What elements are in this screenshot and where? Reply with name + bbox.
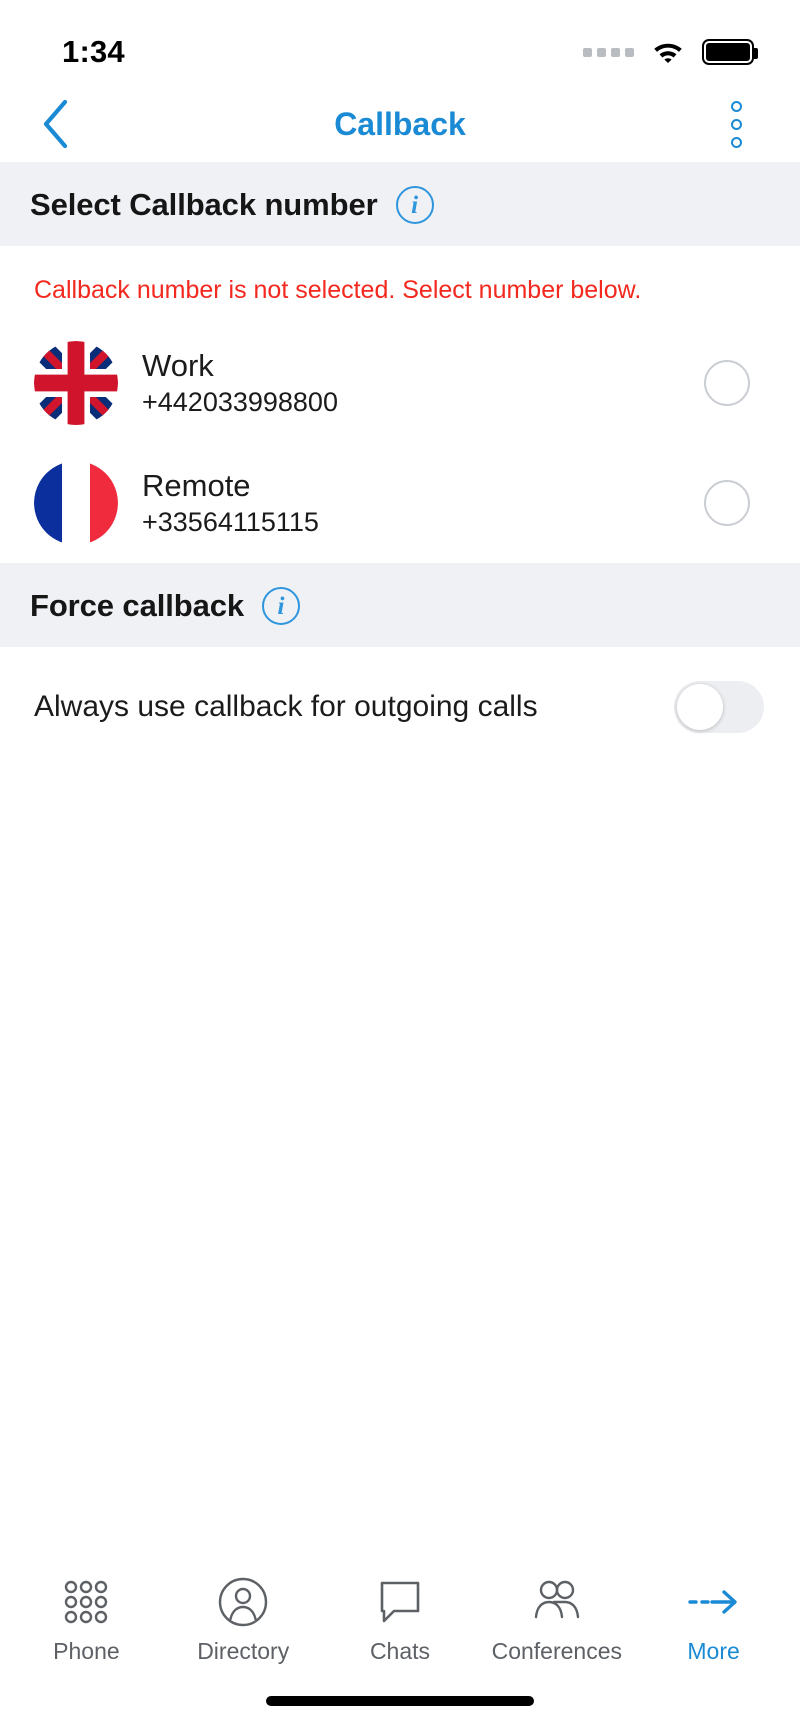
section-header-force-callback: Force callback i [0, 563, 800, 647]
battery-full-icon [702, 39, 758, 65]
section-title-select-number: Select Callback number [30, 187, 378, 222]
status-bar-indicators [583, 39, 758, 65]
callback-number-text-work: Work +442033998800 [142, 347, 680, 418]
callback-number-label: Remote [142, 467, 251, 503]
callback-warning-message: Callback number is not selected. Select … [0, 246, 800, 323]
tab-phone[interactable]: Phone [8, 1576, 165, 1665]
info-icon[interactable]: i [262, 587, 300, 625]
callback-number-value: +442033998800 [142, 387, 338, 418]
tab-chats[interactable]: Chats [322, 1576, 479, 1665]
callback-number-label: Work [142, 347, 214, 383]
tab-more[interactable]: More [635, 1576, 792, 1665]
callback-number-list: Work +442033998800 Remote +33564115115 [0, 323, 800, 563]
app-screen: 1:34 Callback Select Callback number i C… [0, 0, 800, 1731]
tab-label-directory: Directory [197, 1638, 290, 1664]
navigation-bar: Callback [0, 86, 800, 162]
force-callback-toggle-label: Always use callback for outgoing calls [34, 690, 538, 723]
chat-bubble-icon [374, 1576, 426, 1628]
bottom-tab-bar: Phone Directory Chats Conferences More [0, 1554, 800, 1671]
tab-label-chats: Chats [369, 1638, 431, 1664]
status-bar-time: 1:34 [62, 34, 125, 69]
back-button[interactable] [28, 96, 84, 152]
section-title-force-callback: Force callback [30, 588, 244, 623]
chevron-left-icon [43, 99, 68, 149]
signal-dots-icon [583, 47, 634, 57]
content-spacer [0, 767, 800, 1554]
callback-number-row-work[interactable]: Work +442033998800 [0, 323, 800, 443]
callback-number-radio-work[interactable] [704, 360, 750, 406]
callback-number-radio-remote[interactable] [704, 480, 750, 526]
wifi-icon [654, 43, 682, 63]
united-kingdom-flag-icon [34, 341, 118, 425]
callback-number-text-remote: Remote +33564115115 [142, 467, 680, 538]
arrow-right-icon [686, 1576, 742, 1628]
section-header-select-number: Select Callback number i [0, 162, 800, 246]
keypad-icon [60, 1576, 112, 1628]
france-flag-icon [34, 461, 118, 545]
contact-icon [217, 1576, 269, 1628]
page-title: Callback [334, 105, 466, 142]
info-icon[interactable]: i [395, 186, 434, 224]
callback-number-row-remote[interactable]: Remote +33564115115 [0, 443, 800, 563]
tab-label-phone: Phone [53, 1638, 120, 1664]
force-callback-toggle-row[interactable]: Always use callback for outgoing calls [0, 647, 800, 767]
status-bar: 1:34 [0, 0, 800, 86]
force-callback-toggle[interactable] [674, 681, 764, 733]
overflow-menu-icon[interactable] [708, 96, 764, 152]
tab-label-more: More [687, 1638, 740, 1664]
home-indicator[interactable] [266, 1696, 534, 1706]
tab-directory[interactable]: Directory [165, 1576, 322, 1665]
tab-label-conferences: Conferences [491, 1638, 622, 1664]
callback-number-value: +33564115115 [142, 507, 319, 538]
home-indicator-area [0, 1671, 800, 1731]
group-icon [528, 1576, 586, 1628]
tab-conferences[interactable]: Conferences [478, 1576, 635, 1665]
